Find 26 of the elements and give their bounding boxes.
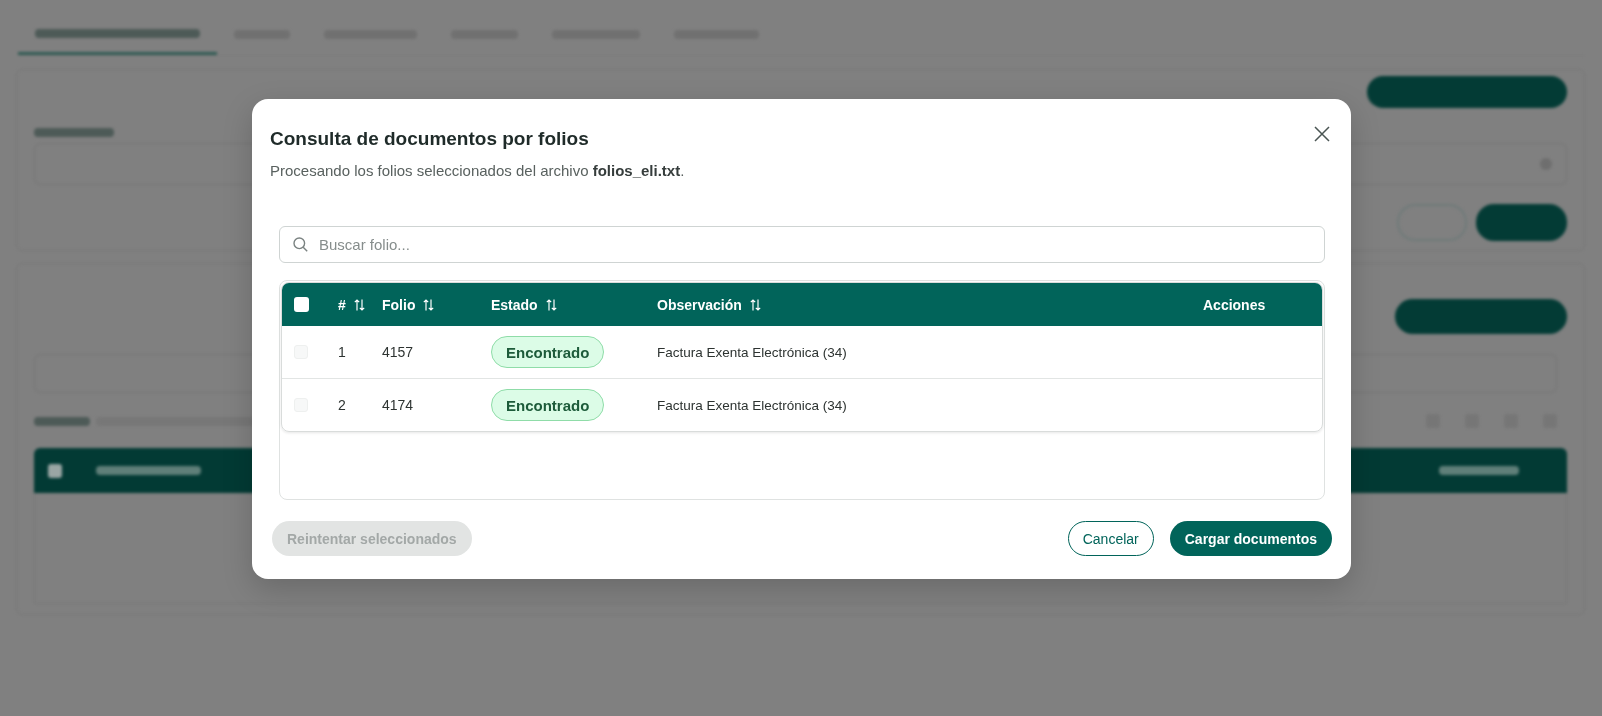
close-icon <box>1314 126 1330 142</box>
column-header: Folio <box>382 296 416 313</box>
status-badge: Encontrado <box>491 336 605 368</box>
row-number: 1 <box>338 344 346 360</box>
observation-cell: Factura Exenta Electrónica (34) <box>657 344 847 360</box>
search-icon <box>293 237 308 252</box>
column-header: Acciones <box>1203 296 1266 313</box>
dialog-description: Procesando los folios seleccionados del archivo folios_eli.txt. <box>270 161 685 181</box>
close-button[interactable] <box>1314 126 1330 142</box>
observation-cell: Factura Exenta Electrónica (34) <box>657 397 847 413</box>
folio-cell: 4174 <box>382 397 414 413</box>
cancel-button[interactable]: Cancelar <box>1067 521 1154 556</box>
sort-icon[interactable] <box>353 298 365 311</box>
column-header: Estado <box>491 296 538 313</box>
search-field[interactable]: Buscar folio... <box>279 226 1325 263</box>
sort-icon[interactable] <box>749 298 761 311</box>
select-all-checkbox[interactable] <box>294 297 309 312</box>
row-number: 2 <box>338 397 346 413</box>
folio-cell: 4157 <box>382 344 414 360</box>
sort-icon[interactable] <box>545 298 557 311</box>
status-badge: Encontrado <box>491 389 605 421</box>
confirm-button[interactable]: Cargar documentos <box>1169 521 1332 556</box>
column-header: Observación <box>657 296 742 313</box>
dialog-title: Consulta de documentos por folios <box>270 127 590 151</box>
column-header: # <box>338 296 346 313</box>
sort-icon[interactable] <box>423 298 435 311</box>
